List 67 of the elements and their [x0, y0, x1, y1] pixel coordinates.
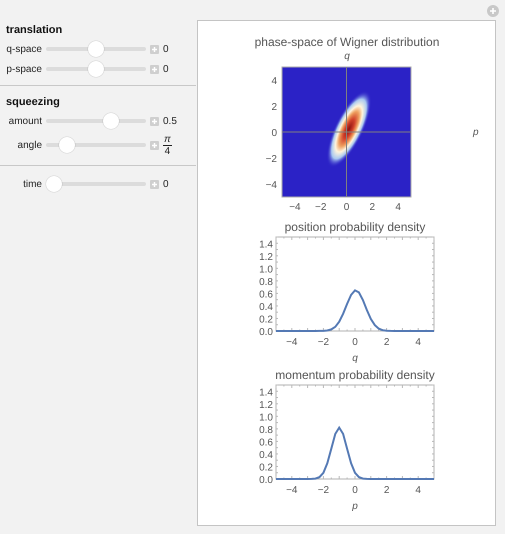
tick-label: 0.0 — [259, 475, 273, 486]
fraction-denominator: 4 — [164, 146, 170, 156]
tick-label: 2 — [370, 202, 376, 213]
slider[interactable] — [46, 112, 146, 130]
chart-title: phase-space of Wigner distribution — [254, 35, 440, 49]
tick-label: 1.2 — [259, 400, 273, 411]
expand-icon[interactable] — [150, 64, 159, 74]
slider[interactable] — [46, 40, 146, 58]
tick-label: −2 — [266, 154, 277, 165]
slider-label: p-space — [6, 64, 42, 74]
tick-label: −4 — [286, 485, 298, 496]
tick-label: 0.2 — [259, 462, 273, 474]
tick-label: 0.8 — [259, 424, 273, 436]
tick-label: 0.4 — [259, 302, 273, 313]
slider[interactable] — [46, 175, 146, 193]
slider-label: q-space — [6, 44, 42, 54]
tick-label: 0.8 — [259, 276, 273, 288]
axis-label: p — [473, 127, 479, 138]
expand-icon[interactable] — [150, 140, 159, 150]
tick-label: 0 — [271, 128, 277, 139]
tick-label: 0 — [352, 485, 358, 496]
fraction-numerator: π — [163, 134, 172, 146]
tick-label: 0 — [344, 202, 350, 213]
tick-label: −4 — [286, 337, 298, 348]
tick-label: 1.0 — [259, 264, 273, 276]
tick-label: 1.0 — [259, 412, 273, 424]
slider-label: amount — [8, 116, 42, 126]
chart-title: position probability density — [284, 220, 426, 234]
tick-label: 0.0 — [259, 327, 273, 338]
axis-label: q — [352, 353, 358, 363]
tick-label: 0.6 — [259, 437, 273, 448]
axis-label: p — [352, 501, 358, 511]
tick-label: −4 — [266, 180, 277, 191]
tick-label: −2 — [318, 485, 330, 496]
tick-label: −4 — [289, 202, 301, 213]
chart-title: momentum probability density — [275, 368, 435, 382]
expand-icon[interactable] — [150, 180, 159, 188]
slider-label: time — [22, 178, 42, 190]
tick-label: 1.2 — [259, 252, 273, 263]
section-heading: squeezing — [6, 96, 61, 108]
tick-label: 0 — [352, 337, 358, 348]
tick-label: −2 — [318, 337, 330, 348]
slider-value: 0 — [163, 64, 169, 74]
slider-value: 0.5 — [163, 116, 177, 126]
tick-label: 0.6 — [259, 289, 273, 300]
tick-label: 4 — [415, 485, 421, 496]
tick-label: 4 — [395, 202, 401, 213]
tick-label: 4 — [415, 337, 421, 348]
tick-label: 1.4 — [259, 239, 273, 250]
slider-value: 0 — [163, 178, 169, 190]
add-icon[interactable] — [487, 5, 499, 17]
tick-label: 1.4 — [259, 387, 273, 398]
tick-label: 2 — [384, 337, 390, 348]
tick-label: 4 — [271, 76, 277, 87]
expand-icon[interactable] — [150, 44, 159, 54]
expand-icon[interactable] — [150, 116, 159, 126]
tick-label: 2 — [384, 485, 390, 496]
slider-label: angle — [16, 140, 42, 150]
tick-label: 2 — [271, 102, 277, 113]
slider-value: 0 — [163, 44, 169, 54]
tick-label: 0.4 — [259, 450, 273, 461]
tick-label: −2 — [315, 202, 326, 213]
slider[interactable] — [46, 136, 146, 154]
axis-label: q — [344, 51, 350, 62]
section-heading: translation — [6, 24, 64, 36]
slider[interactable] — [46, 60, 146, 78]
tick-label: 0.2 — [259, 314, 273, 326]
